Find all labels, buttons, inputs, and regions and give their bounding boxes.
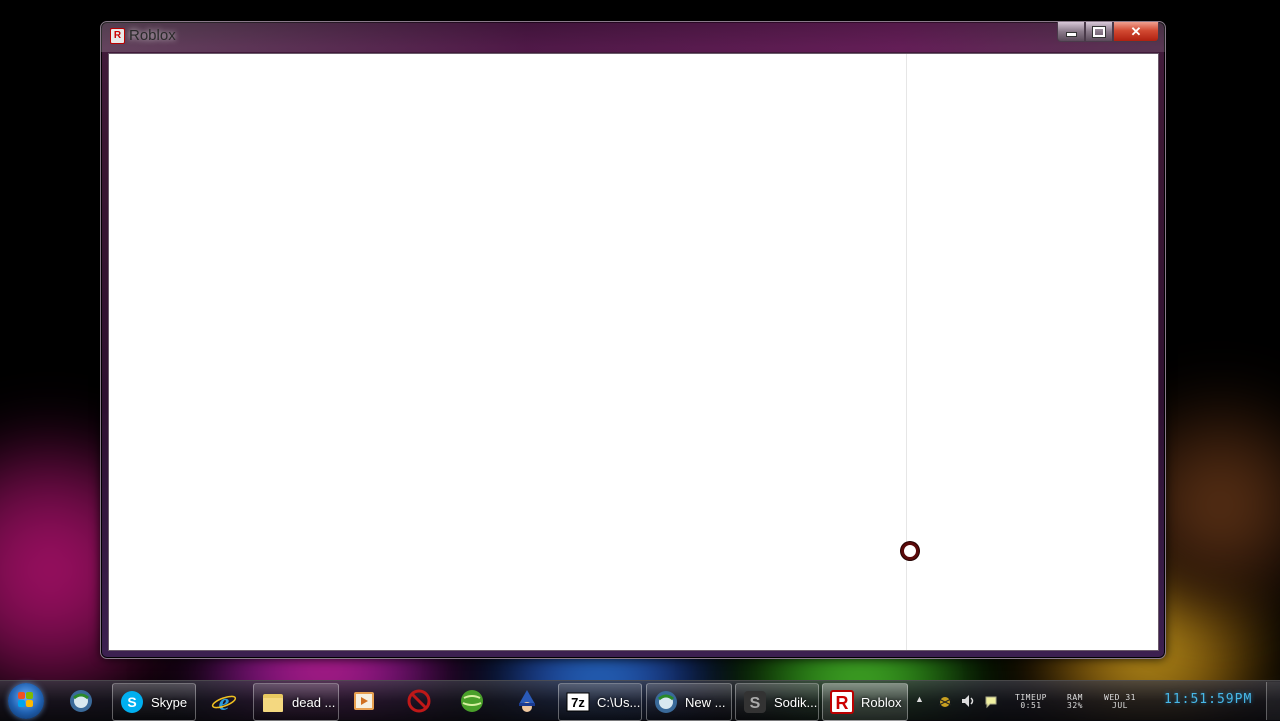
- roblox-app-icon: R: [110, 28, 125, 44]
- green-globe-icon: [461, 690, 483, 712]
- taskbar-item-label: New ...: [685, 694, 726, 710]
- taskbar-item-browser-new[interactable]: New ...: [646, 683, 732, 721]
- content-divider: [906, 54, 907, 650]
- date-readout: WED 31 JUL: [1098, 694, 1142, 710]
- svg-text:S: S: [127, 694, 136, 710]
- roblox-window[interactable]: R Roblox ✕: [100, 21, 1166, 659]
- 7zip-glyph: 7z: [571, 695, 585, 710]
- taskbar-item-browser[interactable]: [62, 683, 102, 719]
- maximize-button[interactable]: [1085, 22, 1113, 42]
- taskbar-item-label: Roblox: [861, 694, 902, 710]
- volume-icon[interactable]: [960, 693, 976, 709]
- ram-readout: RAM 32%: [1060, 694, 1090, 710]
- browser-icon: [70, 690, 92, 712]
- title-bar[interactable]: R Roblox ✕: [101, 22, 1165, 52]
- timeup-readout: TIMEUP 0:51: [1012, 694, 1050, 710]
- minimize-button[interactable]: [1057, 22, 1085, 42]
- svg-text:e: e: [219, 690, 230, 714]
- taskbar-item-wizard-app[interactable]: [508, 683, 548, 719]
- bug-icon[interactable]: [937, 693, 953, 709]
- taskbar-item-media-player[interactable]: [345, 683, 385, 719]
- no-entry-icon: [407, 689, 431, 713]
- taskbar-item-skype[interactable]: S Skype: [112, 683, 196, 721]
- media-player-icon: [354, 692, 374, 710]
- taskbar-item-label: Sodik...: [774, 694, 818, 710]
- window-content[interactable]: [108, 53, 1159, 651]
- loading-cursor-icon: [901, 542, 919, 560]
- 7zip-icon: 7z: [566, 692, 590, 712]
- show-desktop-button[interactable]: [1266, 682, 1280, 720]
- sodik-icon: S: [744, 691, 766, 713]
- taskbar: S Skype e dead ... 7z C:\Us... New ... S…: [0, 680, 1280, 721]
- window-title: Roblox: [129, 27, 176, 44]
- maximize-icon: [1092, 25, 1106, 38]
- windows-logo-icon: [18, 692, 34, 708]
- svg-text:R: R: [836, 693, 849, 713]
- taskbar-item-label: C:\Us...: [597, 694, 641, 710]
- caption-buttons: ✕: [1057, 22, 1159, 42]
- taskbar-clock[interactable]: 11:51:59PM: [1164, 692, 1252, 707]
- date-line-2: JUL: [1112, 701, 1128, 710]
- taskbar-item-folder[interactable]: dead ...: [253, 683, 339, 721]
- wizard-icon: [519, 690, 535, 712]
- show-hidden-icons-button[interactable]: ▲: [915, 694, 924, 704]
- folder-icon: [263, 694, 283, 712]
- taskbar-item-internet-explorer[interactable]: e: [205, 683, 245, 719]
- internet-explorer-icon: e: [211, 690, 237, 714]
- minimize-icon: [1065, 32, 1077, 37]
- roblox-icon: R: [830, 690, 854, 714]
- close-icon: ✕: [1130, 23, 1142, 39]
- taskbar-item-globe-app[interactable]: [453, 683, 493, 719]
- browser-icon: [655, 691, 677, 713]
- notification-icon[interactable]: [983, 693, 999, 709]
- taskbar-item-7zip[interactable]: 7z C:\Us...: [558, 683, 642, 721]
- taskbar-item-label: dead ...: [292, 694, 336, 710]
- taskbar-item-label: Skype: [151, 694, 188, 710]
- skype-icon: S: [121, 691, 143, 713]
- taskbar-item-roblox[interactable]: R Roblox: [822, 683, 908, 721]
- timeup-value: 0:51: [1020, 701, 1042, 710]
- start-button[interactable]: [8, 683, 44, 719]
- ram-value: 32%: [1067, 701, 1083, 710]
- svg-text:S: S: [750, 695, 761, 712]
- taskbar-item-sodik[interactable]: S Sodik...: [735, 683, 819, 721]
- close-button[interactable]: ✕: [1113, 22, 1159, 42]
- taskbar-item-blocked-app[interactable]: [400, 683, 440, 719]
